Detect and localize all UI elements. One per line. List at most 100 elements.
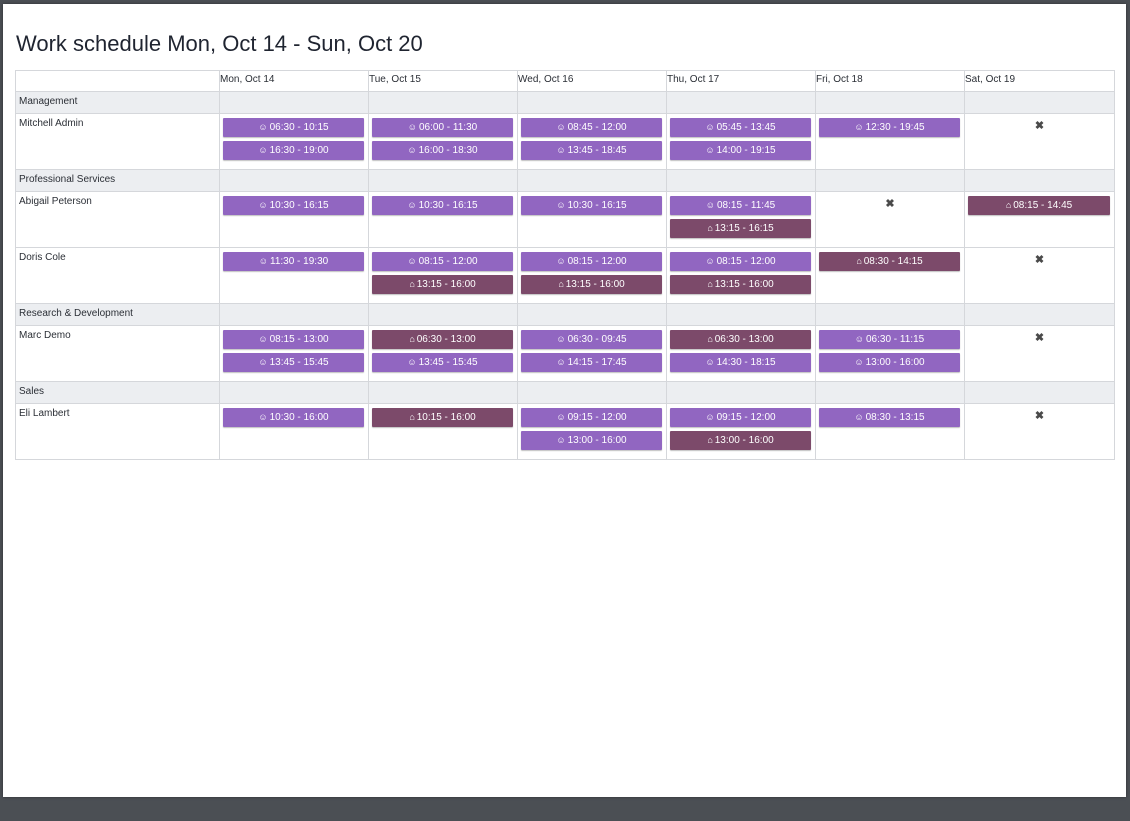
shift-pill[interactable]: ☺ 14:15 - 17:45 bbox=[521, 353, 662, 372]
day-cell: ⌂ 06:30 - 13:00 ☺ 13:45 - 15:45 bbox=[368, 325, 518, 382]
day-header: Tue, Oct 15 bbox=[368, 70, 518, 92]
users-icon: ☺ bbox=[556, 435, 566, 445]
group-filler-cell bbox=[666, 91, 816, 114]
users-icon: ☺ bbox=[556, 357, 566, 367]
shift-pill[interactable]: ☺ 06:30 - 09:45 bbox=[521, 330, 662, 349]
day-cell: ☺ 12:30 - 19:45 bbox=[815, 113, 965, 170]
shift-pill[interactable]: ☺ 06:30 - 10:15 bbox=[223, 118, 364, 137]
home-icon: ⌂ bbox=[707, 435, 713, 445]
group-filler-cell bbox=[666, 381, 816, 404]
group-name: Sales bbox=[15, 381, 220, 404]
shift-time: 08:15 - 11:45 bbox=[717, 200, 776, 211]
shift-pill[interactable]: ☺ 13:00 - 16:00 bbox=[521, 431, 662, 450]
home-icon: ⌂ bbox=[1005, 200, 1012, 210]
day-cell: ☺ 06:30 - 11:15 ☺ 13:00 - 16:00 bbox=[815, 325, 965, 382]
shift-time: 13:15 - 16:00 bbox=[714, 279, 774, 290]
shift-pill[interactable]: ⌂ 13:15 - 16:00 bbox=[372, 275, 513, 294]
shift-time: 08:15 - 12:00 bbox=[716, 256, 776, 267]
users-icon: ☺ bbox=[854, 412, 864, 422]
shift-time: 13:00 - 16:00 bbox=[567, 435, 627, 446]
users-icon: ☺ bbox=[407, 200, 417, 210]
group-filler-cell bbox=[666, 303, 816, 326]
shift-pill[interactable]: ⌂ 13:15 - 16:00 bbox=[670, 275, 811, 294]
shift-pill[interactable]: ☺ 13:00 - 16:00 bbox=[819, 353, 960, 372]
shift-pill[interactable]: ⌂ 13:15 - 16:00 bbox=[521, 275, 662, 294]
group-filler-cell bbox=[517, 169, 667, 192]
shift-time: 08:15 - 12:00 bbox=[418, 256, 478, 267]
shift-pill[interactable]: ☺ 08:15 - 12:00 bbox=[521, 252, 662, 271]
day-cell: ✖ bbox=[964, 325, 1115, 382]
day-cell: ☺ 10:30 - 16:15 bbox=[368, 191, 518, 248]
day-cell: ☺ 08:15 - 12:00 ⌂ 13:15 - 16:00 bbox=[517, 247, 667, 304]
users-icon: ☺ bbox=[556, 200, 566, 210]
group-row: Professional Services bbox=[15, 169, 1115, 192]
users-icon: ☺ bbox=[556, 145, 566, 155]
shift-pill[interactable]: ⌂ 08:30 - 14:15 bbox=[819, 252, 960, 271]
shift-pill[interactable]: ☺ 14:30 - 18:15 bbox=[670, 353, 811, 372]
shift-pill[interactable]: ☺ 14:00 - 19:15 bbox=[670, 141, 811, 160]
shift-time: 14:15 - 17:45 bbox=[567, 357, 627, 368]
group-name: Research & Development bbox=[15, 303, 220, 326]
report-page: Work schedule Mon, Oct 14 - Sun, Oct 20 … bbox=[3, 4, 1126, 797]
shift-time: 10:30 - 16:15 bbox=[567, 200, 627, 211]
shift-pill[interactable]: ☺ 09:15 - 12:00 bbox=[521, 408, 662, 427]
home-icon: ⌂ bbox=[558, 279, 564, 289]
users-icon: ☺ bbox=[258, 122, 268, 132]
shift-time: 08:45 - 12:00 bbox=[567, 122, 627, 133]
shift-pill[interactable]: ☺ 09:15 - 12:00 bbox=[670, 408, 811, 427]
shift-pill[interactable]: ☺ 13:45 - 15:45 bbox=[372, 353, 513, 372]
shift-pill[interactable]: ☺ 10:30 - 16:15 bbox=[223, 196, 364, 215]
shift-time: 06:30 - 13:00 bbox=[714, 334, 774, 345]
day-cell: ☺ 08:15 - 12:00 ⌂ 13:15 - 16:00 bbox=[368, 247, 518, 304]
day-cell: ☺ 05:45 - 13:45 ☺ 14:00 - 19:15 bbox=[666, 113, 816, 170]
users-icon: ☺ bbox=[407, 145, 417, 155]
day-cell: ☺ 08:15 - 12:00 ⌂ 13:15 - 16:00 bbox=[666, 247, 816, 304]
close-icon: ✖ bbox=[1034, 120, 1045, 132]
shift-pill[interactable]: ☺ 08:15 - 12:00 bbox=[372, 252, 513, 271]
shift-pill[interactable]: ⌂ 06:30 - 13:00 bbox=[670, 330, 811, 349]
shift-pill[interactable]: ☺ 13:45 - 18:45 bbox=[521, 141, 662, 160]
shift-pill[interactable]: ⌂ 13:00 - 16:00 bbox=[670, 431, 811, 450]
shift-time: 14:30 - 18:15 bbox=[716, 357, 776, 368]
shift-pill[interactable]: ☺ 08:30 - 13:15 bbox=[819, 408, 960, 427]
close-icon: ✖ bbox=[1034, 254, 1045, 266]
shift-pill[interactable]: ☺ 08:15 - 11:45 bbox=[670, 196, 811, 215]
group-filler-cell bbox=[219, 381, 369, 404]
users-icon: ☺ bbox=[258, 412, 268, 422]
shift-pill[interactable]: ⌂ 06:30 - 13:00 bbox=[372, 330, 513, 349]
users-icon: ☺ bbox=[407, 122, 417, 132]
shift-pill[interactable]: ☺ 06:30 - 11:15 bbox=[819, 330, 960, 349]
shift-pill[interactable]: ☺ 08:45 - 12:00 bbox=[521, 118, 662, 137]
shift-pill[interactable]: ☺ 08:15 - 13:00 bbox=[223, 330, 364, 349]
shift-time: 13:45 - 15:45 bbox=[418, 357, 478, 368]
group-filler-cell bbox=[368, 169, 518, 192]
day-cell: ⌂ 08:30 - 14:15 bbox=[815, 247, 965, 304]
shift-pill[interactable]: ☺ 10:30 - 16:00 bbox=[223, 408, 364, 427]
shift-pill[interactable]: ☺ 16:00 - 18:30 bbox=[372, 141, 513, 160]
users-icon: ☺ bbox=[258, 357, 268, 367]
home-icon: ⌂ bbox=[707, 279, 713, 289]
shift-pill[interactable]: ☺ 11:30 - 19:30 bbox=[223, 252, 364, 271]
day-cell: ☺ 06:30 - 09:45 ☺ 14:15 - 17:45 bbox=[517, 325, 667, 382]
shift-pill[interactable]: ☺ 13:45 - 15:45 bbox=[223, 353, 364, 372]
group-filler-cell bbox=[815, 169, 965, 192]
shift-pill[interactable]: ⌂ 08:15 - 14:45 bbox=[968, 196, 1110, 215]
shift-pill[interactable]: ☺ 16:30 - 19:00 bbox=[223, 141, 364, 160]
users-icon: ☺ bbox=[407, 256, 417, 266]
shift-pill[interactable]: ☺ 06:00 - 11:30 bbox=[372, 118, 513, 137]
users-icon: ☺ bbox=[556, 256, 566, 266]
shift-pill[interactable]: ☺ 12:30 - 19:45 bbox=[819, 118, 960, 137]
day-cell: ☺ 10:30 - 16:15 bbox=[517, 191, 667, 248]
shift-time: 06:30 - 13:00 bbox=[416, 334, 476, 345]
shift-time: 06:00 - 11:30 bbox=[419, 122, 478, 133]
shift-pill[interactable]: ☺ 10:30 - 16:15 bbox=[521, 196, 662, 215]
shift-pill[interactable]: ⌂ 13:15 - 16:15 bbox=[670, 219, 811, 238]
shift-pill[interactable]: ☺ 08:15 - 12:00 bbox=[670, 252, 811, 271]
shift-pill[interactable]: ⌂ 10:15 - 16:00 bbox=[372, 408, 513, 427]
group-row: Research & Development bbox=[15, 303, 1115, 326]
schedule-table: Mon, Oct 14 Tue, Oct 15 Wed, Oct 16 Thu,… bbox=[15, 70, 1115, 460]
day-cell: ☺ 08:45 - 12:00 ☺ 13:45 - 18:45 bbox=[517, 113, 667, 170]
group-filler-cell bbox=[517, 381, 667, 404]
shift-pill[interactable]: ☺ 05:45 - 13:45 bbox=[670, 118, 811, 137]
shift-pill[interactable]: ☺ 10:30 - 16:15 bbox=[372, 196, 513, 215]
